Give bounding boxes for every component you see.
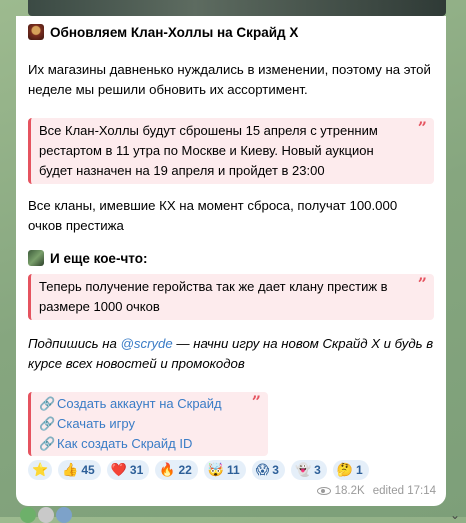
reaction-count: 3 — [272, 463, 279, 477]
views-count: 18.2K — [334, 485, 365, 497]
avatar[interactable] — [20, 507, 36, 523]
castle-icon — [28, 24, 44, 40]
previous-message-media[interactable] — [28, 0, 446, 16]
reaction-count: 3 — [314, 463, 321, 477]
post-title-row: Обновляем Клан-Холлы на Скрайд Х — [28, 24, 298, 40]
thumbs-up-icon: 👍 — [62, 462, 79, 477]
link-blue-icon: 🔗 — [39, 416, 56, 431]
channel-mention-link[interactable]: @scryde — [121, 336, 173, 351]
heart-icon: ❤️ — [110, 462, 127, 477]
subscribe-text: Подпишись на @scryde — начни игру на нов… — [28, 334, 434, 374]
thinking-icon: 🤔 — [336, 462, 354, 477]
chevron-down-icon[interactable]: ⌄ — [450, 508, 460, 522]
ghost-icon: 👻 — [294, 462, 312, 477]
reaction-heart[interactable]: ❤️ 31 — [106, 460, 150, 480]
links-quote: 🔗 Создать аккаунт на Скрайд 🔗 Скачать иг… — [28, 392, 268, 456]
reaction-star[interactable]: ⭐ — [28, 460, 53, 480]
post-title: Обновляем Клан-Холлы на Скрайд Х — [50, 24, 299, 40]
reaction-count: 1 — [356, 463, 363, 477]
reaction-count: 22 — [178, 463, 192, 477]
reaction-mind-blown[interactable]: 🤯 11 — [203, 460, 246, 480]
quote-mark-icon: ” — [251, 392, 261, 411]
quote-reset-text: Все Клан-Холлы будут сброшены 15 апреля … — [39, 123, 378, 178]
link-create-account[interactable]: 🔗 Создать аккаунт на Скрайд — [39, 394, 244, 414]
subheading: И еще кое-что: — [50, 250, 148, 266]
reaction-count: 11 — [227, 463, 240, 477]
quote-heroism-info: Теперь получение геройства так же дает к… — [28, 274, 434, 320]
avatar[interactable] — [38, 507, 54, 523]
reaction-thumbs-up[interactable]: 👍 45 — [58, 460, 101, 480]
quote-mark-icon: ” — [417, 274, 427, 293]
star-icon: ⭐ — [32, 462, 49, 477]
reaction-count: 31 — [129, 463, 144, 477]
channel-post-bubble: Обновляем Клан-Холлы на Скрайд Х Их мага… — [16, 16, 446, 506]
link-download-game[interactable]: 🔗 Скачать игру — [39, 414, 244, 434]
message-footer: 18.2K edited 17:14 — [316, 485, 436, 497]
edited-time: edited 17:14 — [372, 485, 436, 497]
scroll-icon — [28, 250, 44, 266]
subscribe-before: Подпишись на — [28, 336, 121, 351]
reaction-scream[interactable]: 😱 3 — [251, 460, 285, 480]
link-red-icon: 🔗 — [39, 396, 56, 411]
eye-icon — [316, 487, 331, 495]
prestige-text: Все кланы, имевшие КХ на момент сброса, … — [28, 198, 398, 233]
subheading-row: И еще кое-что: — [28, 250, 147, 266]
scream-icon: 😱 — [255, 462, 270, 477]
quote-mark-icon: ” — [417, 118, 427, 137]
quote-heroism-text: Теперь получение геройства так же дает к… — [39, 279, 388, 314]
reaction-fire[interactable]: 🔥 22 — [155, 460, 198, 480]
reaction-ghost[interactable]: 👻 3 — [290, 460, 327, 480]
reaction-thinking[interactable]: 🤔 1 — [332, 460, 369, 480]
reactions-bar: ⭐ 👍 45 ❤️ 31 🔥 22 🤯 11 😱 3 👻 3 🤔 1 — [28, 460, 369, 480]
reaction-count: 45 — [81, 463, 95, 477]
link-green-icon: 🔗 — [39, 436, 56, 451]
mind-blown-icon: 🤯 — [207, 462, 225, 477]
avatar[interactable] — [56, 507, 72, 523]
intro-text: Их магазины давненько нуждались в измене… — [28, 62, 431, 97]
fire-icon: 🔥 — [159, 462, 176, 477]
next-message-avatars — [20, 507, 80, 523]
quote-reset-info: Все Клан-Холлы будут сброшены 15 апреля … — [28, 118, 434, 184]
link-create-id[interactable]: 🔗 Как создать Скрайд ID — [39, 434, 244, 454]
